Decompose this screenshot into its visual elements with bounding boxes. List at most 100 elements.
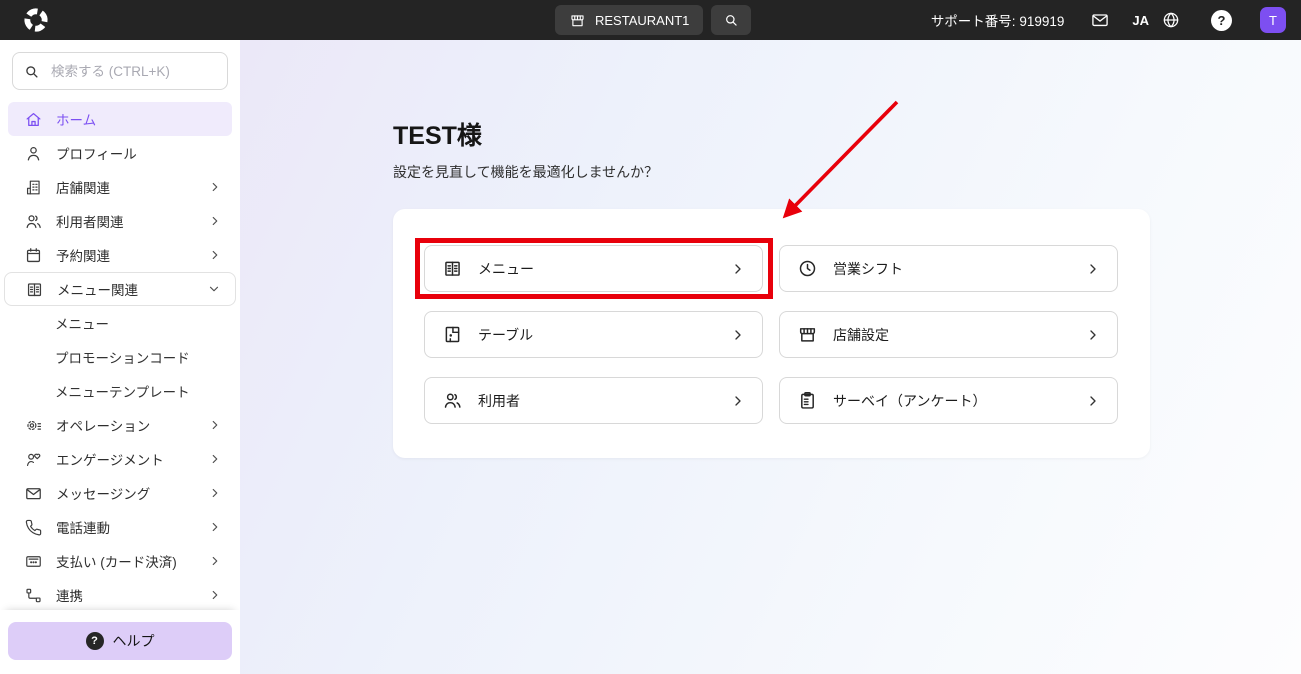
chevron-right-icon xyxy=(208,452,222,466)
sidebar-item-label: 電話連動 xyxy=(56,517,208,537)
sidebar-item-label: プロフィール xyxy=(56,143,222,163)
sidebar-item-label: 支払い (カード決済) xyxy=(56,551,208,571)
sidebar-item-label: 連携 xyxy=(56,585,208,605)
sidebar-item-label: メニュー関連 xyxy=(57,279,207,299)
sidebar-item-menu-related[interactable]: メニュー関連 xyxy=(4,272,236,306)
chevron-right-icon xyxy=(208,180,222,194)
tile-cell-menu: メニュー xyxy=(424,245,763,292)
search-icon xyxy=(23,63,40,80)
person-heart-icon xyxy=(24,450,43,469)
tile-label: 店舗設定 xyxy=(833,325,1085,345)
gear-list-icon xyxy=(24,416,43,435)
sidebar-item-label: 利用者関連 xyxy=(56,211,208,231)
help-icon[interactable]: ? xyxy=(1211,10,1232,31)
chevron-right-icon xyxy=(1085,261,1101,277)
chevron-right-icon xyxy=(208,520,222,534)
phone-icon xyxy=(24,518,43,537)
sidebar-item-label: 予約関連 xyxy=(56,245,208,265)
store-settings-tile-button[interactable]: 店舗設定 xyxy=(779,311,1118,358)
mail-icon xyxy=(24,484,43,503)
sidebar-item-label: エンゲージメント xyxy=(56,449,208,469)
restaurant-name-label: RESTAURANT1 xyxy=(595,13,689,28)
building-icon xyxy=(24,178,43,197)
chevron-right-icon xyxy=(208,554,222,568)
page-subtitle: 設定を見直して機能を最適化しませんか？ xyxy=(393,162,1301,182)
sidebar-item-messaging[interactable]: メッセージング xyxy=(8,476,232,510)
storefront-icon xyxy=(569,12,586,29)
tile-label: 利用者 xyxy=(478,391,730,411)
calendar-icon xyxy=(24,246,43,265)
topbar-center-group: RESTAURANT1 xyxy=(555,0,751,40)
chevron-right-icon xyxy=(730,327,746,343)
sidebar-item-label: 店舗関連 xyxy=(56,177,208,197)
chevron-right-icon xyxy=(1085,393,1101,409)
search-icon xyxy=(723,12,739,28)
users-icon xyxy=(442,390,463,411)
language-globe-button[interactable] xyxy=(1161,10,1181,30)
sidebar-subitem-promotion-code[interactable]: プロモーションコード xyxy=(8,340,232,374)
sidebar-subitem-menu[interactable]: メニュー xyxy=(8,306,232,340)
tile-label: テーブル xyxy=(478,325,730,345)
clipboard-icon xyxy=(797,390,818,411)
users-icon xyxy=(24,212,43,231)
topbar-search-button[interactable] xyxy=(711,5,751,35)
tile-cell-table: テーブル xyxy=(424,311,763,358)
chevron-right-icon xyxy=(208,248,222,262)
sidebar-item-label: メッセージング xyxy=(56,483,208,503)
chevron-right-icon xyxy=(208,588,222,602)
sidebar-nav: ホーム プロフィール xyxy=(0,102,240,610)
brand-logo-icon[interactable] xyxy=(22,6,50,34)
tile-grid: メニュー xyxy=(424,245,1118,424)
chevron-right-icon xyxy=(208,214,222,228)
sidebar-item-reservation-related[interactable]: 予約関連 xyxy=(8,238,232,272)
page-title: TEST様 xyxy=(393,116,1301,152)
support-number-label: サポート番号: 919919 xyxy=(931,10,1065,30)
person-icon xyxy=(24,144,43,163)
chevron-right-icon xyxy=(208,418,222,432)
mail-icon xyxy=(1090,10,1110,30)
business-shift-tile-button[interactable]: 営業シフト xyxy=(779,245,1118,292)
language-label[interactable]: JA xyxy=(1132,13,1149,28)
sidebar-item-label: オペレーション xyxy=(56,415,208,435)
sidebar-footer: ? ヘルプ xyxy=(0,610,240,674)
avatar[interactable]: T xyxy=(1260,7,1286,33)
integration-icon xyxy=(24,586,43,605)
users-tile-button[interactable]: 利用者 xyxy=(424,377,763,424)
restaurant-selector-button[interactable]: RESTAURANT1 xyxy=(555,5,703,35)
sidebar-item-integration[interactable]: 連携 xyxy=(8,578,232,610)
sidebar-item-payment[interactable]: 支払い (カード決済) xyxy=(8,544,232,578)
chevron-right-icon xyxy=(1085,327,1101,343)
sidebar-item-engagement[interactable]: エンゲージメント xyxy=(8,442,232,476)
app-window: RESTAURANT1 サポート番号: 919919 JA xyxy=(0,0,1301,674)
sidebar-subitem-label: メニューテンプレート xyxy=(55,381,190,401)
tile-cell-users: 利用者 xyxy=(424,377,763,424)
survey-tile-button[interactable]: サーベイ（アンケート） xyxy=(779,377,1118,424)
sidebar-subitem-menu-template[interactable]: メニューテンプレート xyxy=(8,374,232,408)
sidebar-item-profile[interactable]: プロフィール xyxy=(8,136,232,170)
floor-plan-icon xyxy=(442,324,463,345)
chevron-down-icon xyxy=(207,282,221,296)
table-tile-button[interactable]: テーブル xyxy=(424,311,763,358)
sidebar-item-operation[interactable]: オペレーション xyxy=(8,408,232,442)
topbar-right-group: サポート番号: 919919 JA ? T xyxy=(931,0,1286,40)
sidebar-item-home[interactable]: ホーム xyxy=(8,102,232,136)
sidebar-item-label: ホーム xyxy=(56,109,222,129)
chevron-right-icon xyxy=(730,393,746,409)
mail-button[interactable] xyxy=(1090,10,1110,30)
sidebar-search-box[interactable] xyxy=(12,52,228,90)
chevron-right-icon xyxy=(208,486,222,500)
search-input[interactable] xyxy=(49,63,217,80)
sidebar-item-user-related[interactable]: 利用者関連 xyxy=(8,204,232,238)
help-circle-icon: ? xyxy=(86,632,104,650)
sidebar-item-phone-integration[interactable]: 電話連動 xyxy=(8,510,232,544)
tile-label: サーベイ（アンケート） xyxy=(833,391,1085,411)
tile-cell-store-settings: 店舗設定 xyxy=(779,311,1118,358)
sidebar-item-store-related[interactable]: 店舗関連 xyxy=(8,170,232,204)
tile-label: メニュー xyxy=(478,259,730,279)
help-button-label: ヘルプ xyxy=(113,631,155,651)
quick-settings-card: メニュー xyxy=(393,209,1150,458)
help-button[interactable]: ? ヘルプ xyxy=(8,622,232,660)
globe-icon xyxy=(1161,10,1181,30)
menu-tile-button[interactable]: メニュー xyxy=(424,245,763,292)
credit-card-icon xyxy=(24,552,43,571)
